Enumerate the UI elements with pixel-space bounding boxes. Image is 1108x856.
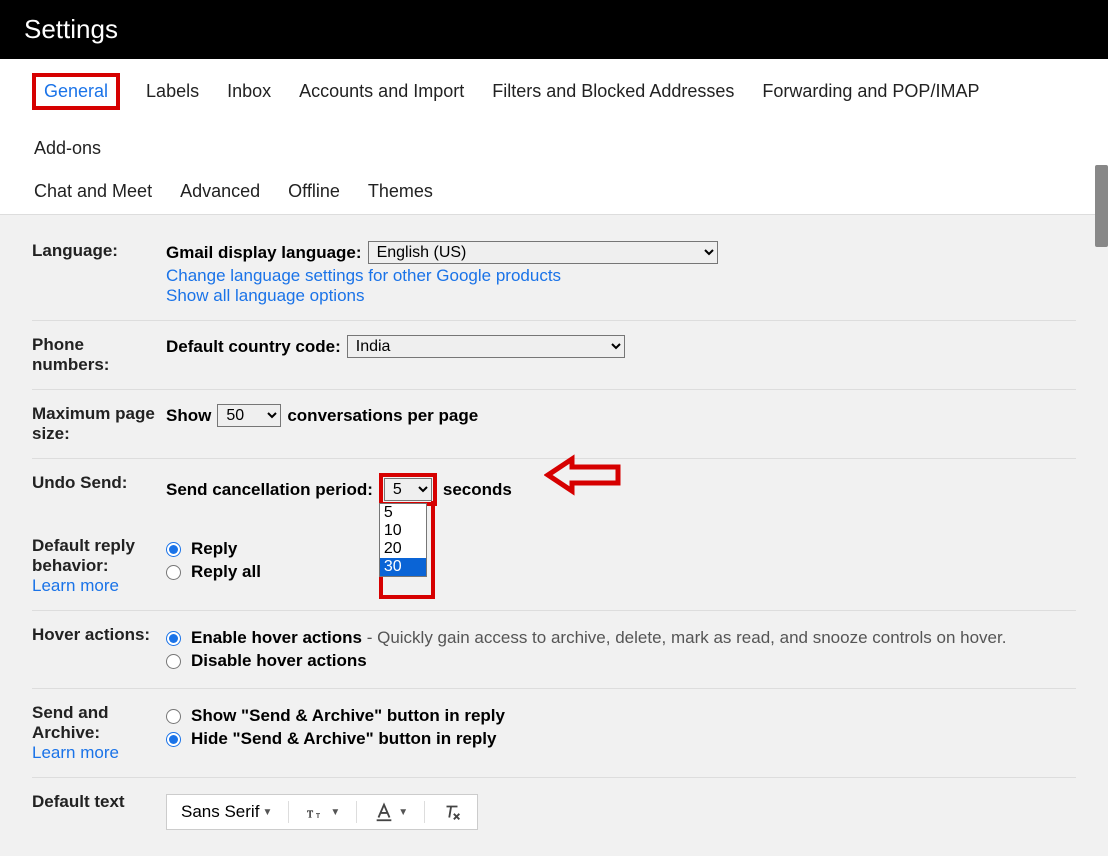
section-language: Language: Gmail display language: Englis… (32, 227, 1076, 321)
undo-option-10[interactable]: 10 (380, 522, 426, 540)
toolbar-divider (288, 801, 289, 823)
font-family-button[interactable]: Sans Serif▼ (177, 800, 276, 824)
tab-addons[interactable]: Add-ons (32, 134, 103, 163)
tab-general[interactable]: General (42, 77, 110, 105)
svg-text:т: т (316, 810, 320, 820)
tab-forwarding[interactable]: Forwarding and POP/IMAP (760, 77, 981, 106)
undo-option-30[interactable]: 30 (380, 558, 426, 576)
chevron-down-icon: ▼ (262, 807, 272, 818)
tab-labels[interactable]: Labels (144, 77, 201, 106)
reply-radio[interactable] (166, 542, 181, 557)
reply-behavior-label: Default reply behavior: Learn more (32, 536, 166, 596)
chevron-down-icon: ▼ (330, 807, 340, 818)
arrow-annotation-icon (544, 453, 622, 502)
country-code-select[interactable]: India (347, 335, 625, 358)
tabs-row-2: Chat and Meet Advanced Offline Themes (32, 177, 1076, 206)
country-code-label: Default country code: (166, 337, 341, 357)
tab-general-highlight: General (32, 73, 120, 110)
enable-hover-label: Enable hover actions (191, 628, 362, 647)
undo-label: Undo Send: (32, 473, 166, 508)
phone-label: Phone numbers: (32, 335, 166, 375)
undo-period-select[interactable]: 5 (384, 478, 432, 501)
tab-filters[interactable]: Filters and Blocked Addresses (490, 77, 736, 106)
undo-dropdown-list: 5 10 20 30 (379, 503, 427, 577)
tab-inbox[interactable]: Inbox (225, 77, 273, 106)
hide-send-archive-label: Hide "Send & Archive" button in reply (191, 729, 496, 749)
pagesize-label: Maximum page size: (32, 404, 166, 444)
enable-hover-desc: - Quickly gain access to archive, delete… (362, 628, 1006, 647)
section-reply: Default reply behavior: Learn more Reply… (32, 522, 1076, 611)
enable-hover-radio[interactable] (166, 631, 181, 646)
settings-content: Language: Gmail display language: Englis… (0, 215, 1108, 856)
tabs-row-1: General Labels Inbox Accounts and Import… (32, 73, 1076, 163)
hide-send-archive-radio[interactable] (166, 732, 181, 747)
section-hover: Hover actions: Enable hover actions - Qu… (32, 611, 1076, 689)
text-style-label: Default text (32, 792, 166, 830)
pagesize-select[interactable]: 50 (217, 404, 281, 427)
send-archive-learn-more-link[interactable]: Learn more (32, 743, 119, 762)
toolbar-divider (424, 801, 425, 823)
section-text-style: Default text Sans Serif▼ тт ▼ ▼ (32, 778, 1076, 844)
reply-learn-more-link[interactable]: Learn more (32, 576, 119, 595)
undo-option-20[interactable]: 20 (380, 540, 426, 558)
tab-offline[interactable]: Offline (286, 177, 342, 206)
tab-advanced[interactable]: Advanced (178, 177, 262, 206)
clear-formatting-button[interactable] (437, 799, 467, 825)
display-language-select[interactable]: English (US) (368, 241, 718, 264)
tab-themes[interactable]: Themes (366, 177, 435, 206)
text-color-button[interactable]: ▼ (369, 799, 412, 825)
reply-all-radio[interactable] (166, 565, 181, 580)
tabs-container: General Labels Inbox Accounts and Import… (0, 59, 1108, 215)
cancellation-period-label: Send cancellation period: (166, 480, 373, 500)
show-send-archive-label: Show "Send & Archive" button in reply (191, 706, 505, 726)
page-title: Settings (0, 0, 1108, 59)
reply-option-label: Reply (191, 539, 237, 559)
reply-all-option-label: Reply all (191, 562, 261, 582)
text-style-toolbar: Sans Serif▼ тт ▼ ▼ (166, 794, 478, 830)
display-language-label: Gmail display language: (166, 243, 362, 263)
section-phone: Phone numbers: Default country code: Ind… (32, 321, 1076, 390)
show-all-languages-link[interactable]: Show all language options (166, 286, 364, 305)
section-pagesize: Maximum page size: Show 50 conversations… (32, 390, 1076, 459)
svg-text:т: т (307, 806, 314, 822)
undo-select-highlight: 5 5 10 20 30 (379, 473, 437, 506)
tab-chat[interactable]: Chat and Meet (32, 177, 154, 206)
change-language-link[interactable]: Change language settings for other Googl… (166, 266, 561, 285)
seconds-label: seconds (443, 480, 512, 500)
section-send-archive: Send and Archive: Learn more Show "Send … (32, 689, 1076, 778)
toolbar-divider (356, 801, 357, 823)
tab-accounts[interactable]: Accounts and Import (297, 77, 466, 106)
language-label: Language: (32, 241, 166, 306)
font-size-button[interactable]: тт ▼ (301, 799, 344, 825)
show-label: Show (166, 406, 211, 426)
disable-hover-label: Disable hover actions (191, 651, 367, 671)
show-send-archive-radio[interactable] (166, 709, 181, 724)
per-page-label: conversations per page (287, 406, 478, 426)
undo-option-5[interactable]: 5 (380, 504, 426, 522)
scrollbar-thumb[interactable] (1095, 165, 1108, 247)
disable-hover-radio[interactable] (166, 654, 181, 669)
send-archive-label: Send and Archive: Learn more (32, 703, 166, 763)
chevron-down-icon: ▼ (398, 807, 408, 818)
section-undo: Undo Send: Send cancellation period: 5 5… (32, 459, 1076, 522)
hover-label: Hover actions: (32, 625, 166, 674)
